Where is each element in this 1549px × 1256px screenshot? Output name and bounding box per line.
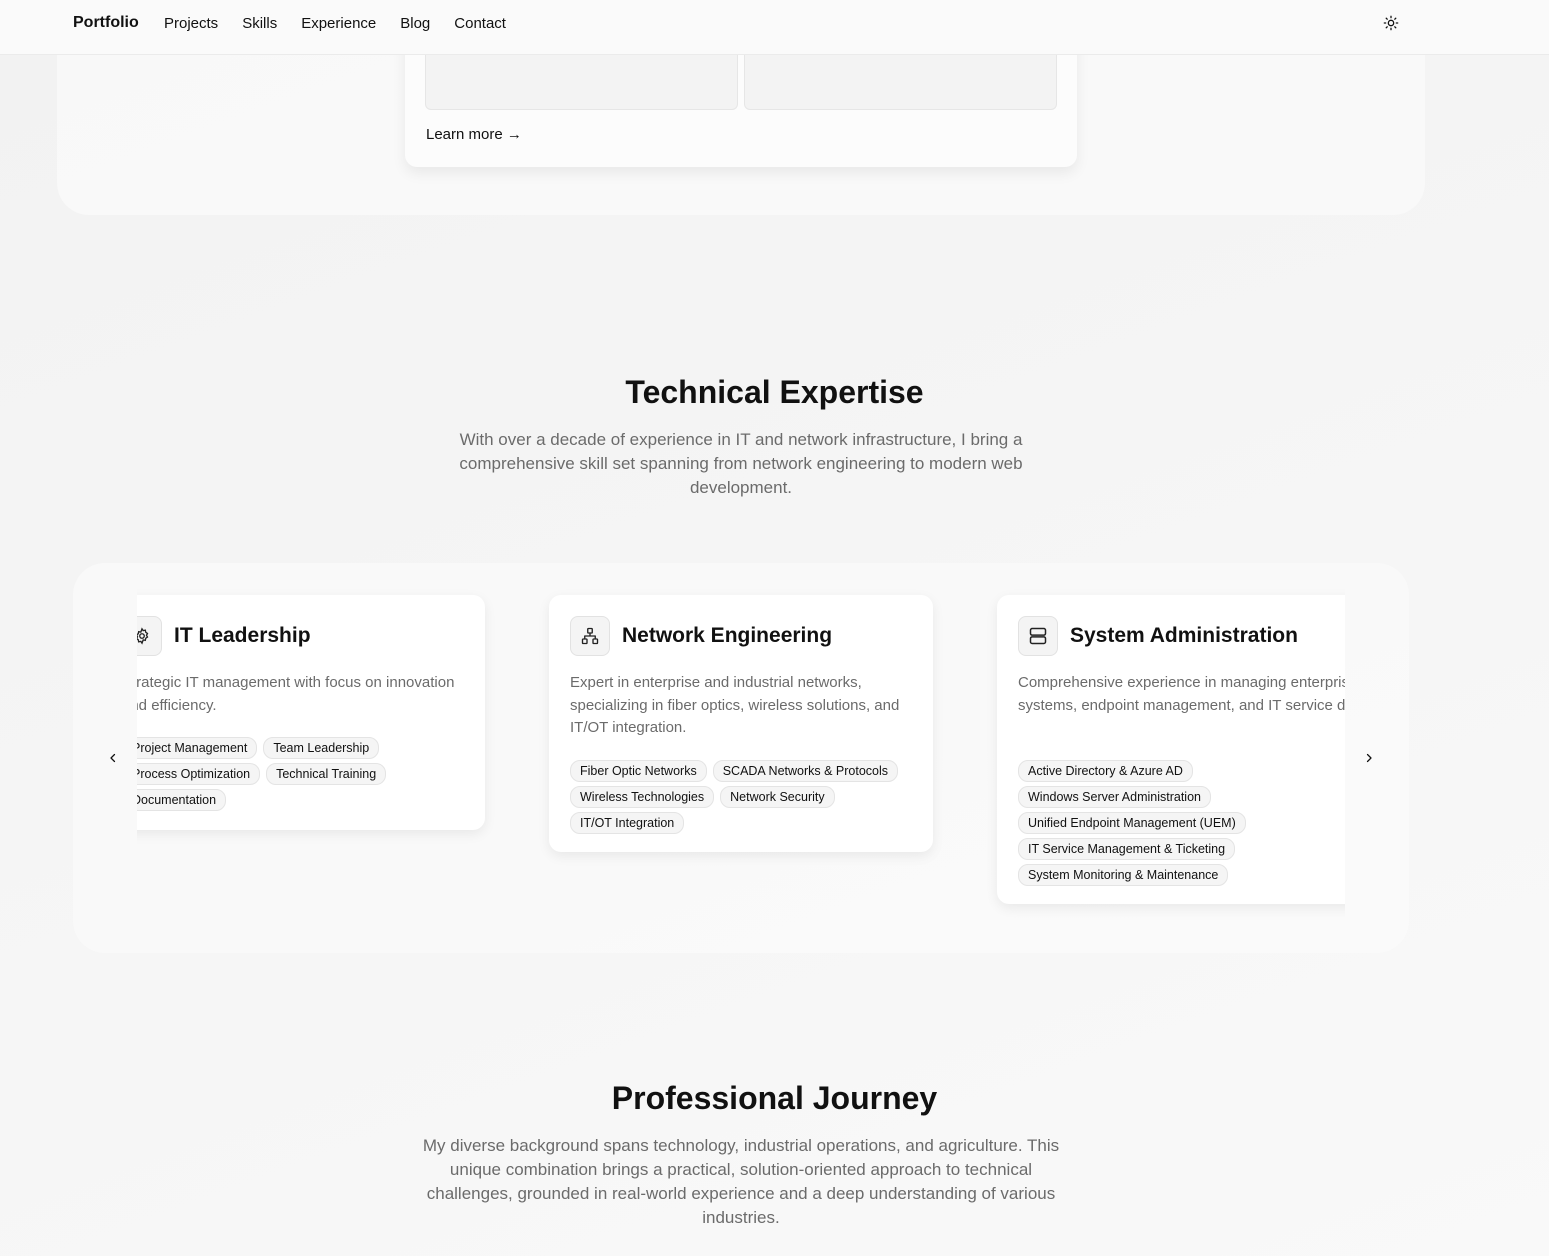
- page: Learn more → Portfolio Projects Skills E…: [0, 0, 1549, 1256]
- brand-logo[interactable]: Portfolio: [73, 14, 139, 32]
- skill-tag: IT Service Management & Ticketing: [1018, 838, 1236, 860]
- top-nav: Portfolio Projects Skills Experience Blo…: [0, 0, 1549, 55]
- nav-link-blog[interactable]: Blog: [400, 15, 430, 32]
- section-title: Professional Journey: [611, 1080, 938, 1116]
- skill-tag: Unified Endpoint Management (UEM): [1018, 812, 1246, 834]
- section-title: Technical Expertise: [625, 374, 924, 410]
- skill-tag: Fiber Optic Networks: [570, 760, 707, 782]
- skill-tags: Project Management Team Leadership Proce…: [137, 737, 471, 811]
- skill-tag: Project Management: [137, 737, 258, 759]
- skill-card-description: Expert in enterprise and industrial netw…: [570, 674, 900, 736]
- theme-toggle-button[interactable]: [1380, 12, 1402, 34]
- skill-card-network-engineering: Network Engineering Expert in enterprise…: [549, 595, 933, 852]
- skill-tag: Documentation: [137, 789, 227, 811]
- nav-link-contact[interactable]: Contact: [454, 15, 506, 32]
- skill-tag: Network Security: [720, 786, 835, 808]
- nav-links: Projects Skills Experience Blog Contact: [164, 15, 506, 32]
- skill-tags: Fiber Optic Networks SCADA Networks & Pr…: [570, 760, 919, 834]
- carousel-prev-button[interactable]: [103, 748, 123, 768]
- skill-tag: Wireless Technologies: [570, 786, 715, 808]
- skill-tag: System Monitoring & Maintenance: [1018, 864, 1229, 886]
- skill-tag: IT/OT Integration: [570, 812, 685, 834]
- skill-tag: Active Directory & Azure AD: [1018, 760, 1193, 782]
- skill-card-title: IT Leadership: [174, 624, 311, 647]
- chevron-left-icon: [110, 753, 116, 763]
- skill-card-icon-box: [1018, 616, 1058, 656]
- skill-card-icon-box: [570, 616, 610, 656]
- nav-link-experience[interactable]: Experience: [301, 15, 376, 32]
- skill-card-title: System Administration: [1070, 624, 1298, 647]
- learn-more-link[interactable]: Learn more →: [426, 126, 522, 143]
- section-lead: With over a decade of experience in IT a…: [459, 430, 1023, 497]
- chevron-right-icon: [1366, 753, 1372, 763]
- skill-tag: Team Leadership: [263, 737, 380, 759]
- skill-card-description: Strategic IT management with focus on in…: [137, 674, 455, 714]
- skill-card-description: Comprehensive experience in managing ent…: [1018, 674, 1345, 714]
- network-icon: [581, 627, 599, 645]
- carousel-viewport: IT Leadership Strategic IT management wi…: [137, 563, 1345, 953]
- gear-icon: [137, 627, 149, 645]
- carousel-next-button[interactable]: [1359, 748, 1379, 768]
- sun-icon: [1383, 15, 1399, 31]
- nav-link-skills[interactable]: Skills: [242, 15, 277, 32]
- server-icon: [1029, 627, 1047, 645]
- nav-link-projects[interactable]: Projects: [164, 15, 218, 32]
- skill-tag: Technical Training: [266, 763, 387, 785]
- skill-card-title: Network Engineering: [622, 624, 833, 647]
- skill-tag: SCADA Networks & Protocols: [712, 760, 899, 782]
- section-lead: My diverse background spans technology, …: [422, 1136, 1060, 1227]
- skill-tag: Windows Server Administration: [1018, 786, 1211, 808]
- skill-card-it-leadership: IT Leadership Strategic IT management wi…: [137, 595, 485, 830]
- skill-card-icon-box: [137, 616, 162, 656]
- skill-tag: Process Optimization: [137, 763, 261, 785]
- skill-tags: Active Directory & Azure AD Windows Serv…: [1018, 760, 1345, 886]
- skill-card-system-administration: System Administration Comprehensive expe…: [997, 595, 1345, 904]
